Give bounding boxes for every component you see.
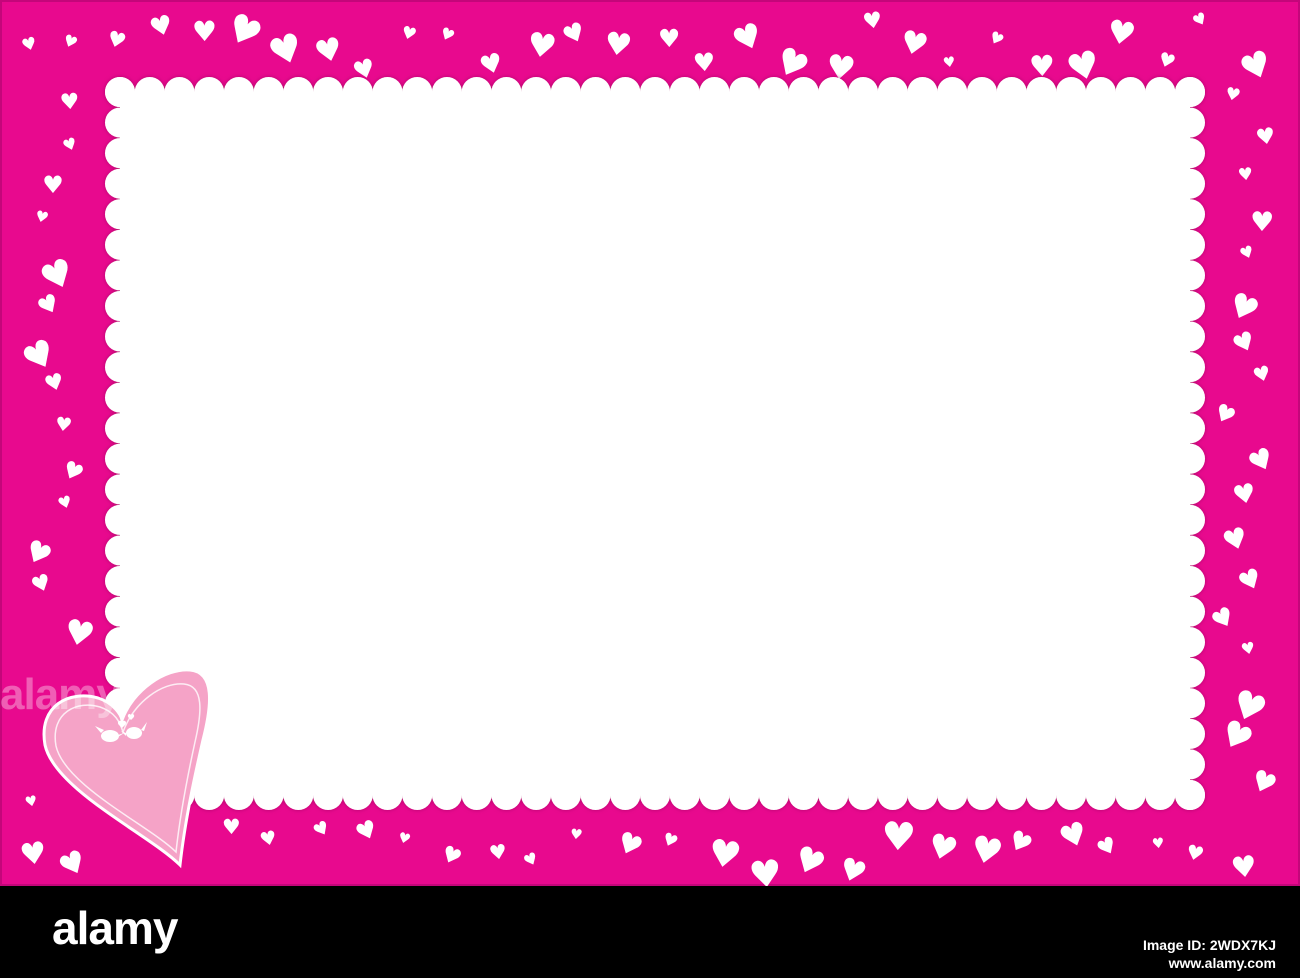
- scalloped-white-panel: [105, 77, 1205, 810]
- alamy-watermark: alamy: [0, 670, 121, 719]
- image-id-text: Image ID: 2WDX7KJ: [1142, 937, 1276, 953]
- panel-fill: [121, 93, 1189, 794]
- card-artwork: [42, 77, 1205, 869]
- stock-footer-bar: [0, 886, 1300, 978]
- alamy-logo: alamy: [52, 902, 178, 954]
- site-url-text: www.alamy.com: [1168, 955, 1276, 971]
- image-id-block: Image ID: 2WDX7KJ www.alamy.com: [1143, 936, 1276, 972]
